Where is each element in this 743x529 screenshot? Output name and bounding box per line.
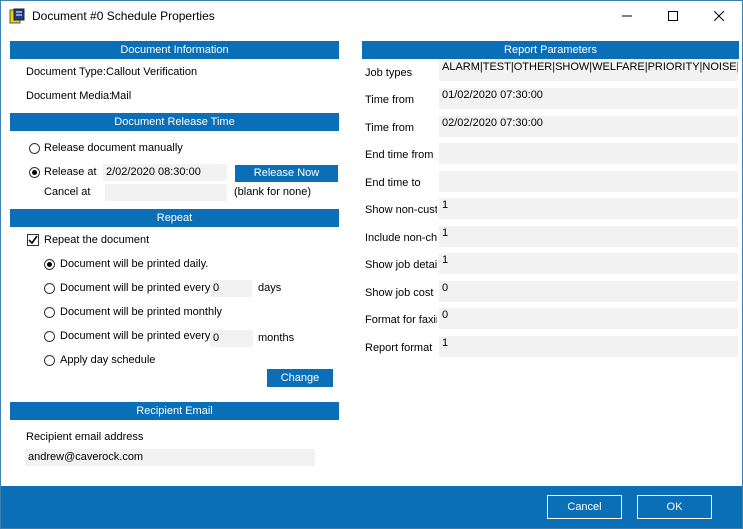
param-label: Format for faxin [365,314,437,326]
dialog-body: Document Information Document Type: Call… [1,31,742,486]
every-days-label[interactable]: Document will be printed every [60,282,210,294]
release-at-label[interactable]: Release at [44,166,97,178]
param-label: Report format [365,342,433,354]
repeat-header: Repeat [10,209,339,227]
param-value-input[interactable]: 0 [439,281,738,302]
param-value-input[interactable]: 1 [439,198,738,219]
daily-label[interactable]: Document will be printed daily. [60,258,208,270]
change-button[interactable]: Change [267,369,333,387]
release-at-radio[interactable] [29,167,40,178]
cancel-at-input[interactable] [105,184,227,201]
param-label: End time from [365,149,434,161]
doc-media-label: Document Media: [26,90,113,102]
params-header: Report Parameters [362,41,739,59]
param-value-input[interactable]: 0 [439,308,738,329]
param-value-input[interactable]: 02/02/2020 07:30:00 [439,116,738,137]
minimize-icon [622,15,632,17]
every-months-label[interactable]: Document will be printed every [60,330,210,342]
param-value-input[interactable]: ALARM|TEST|OTHER|SHOW|WELFARE|PRIORITY|N… [439,60,738,81]
param-value-input[interactable]: 1 [439,336,738,357]
doc-info-header: Document Information [10,41,339,59]
release-header: Document Release Time [10,113,339,131]
param-label: Time from [365,94,415,106]
release-now-button[interactable]: Release Now [235,165,338,182]
monthly-radio[interactable] [44,307,55,318]
param-label: Time from [365,122,415,134]
email-header: Recipient Email [10,402,339,420]
param-value-input[interactable]: 1 [439,253,738,274]
param-label: Show non-cust [365,204,437,216]
every-days-radio[interactable] [44,283,55,294]
param-value-input[interactable]: 01/02/2020 07:30:00 [439,88,738,109]
close-button[interactable] [696,1,742,31]
every-months-input[interactable]: 0 [210,330,253,347]
email-address-label: Recipient email address [26,431,144,443]
checkmark-icon [28,235,38,245]
monthly-label[interactable]: Document will be printed monthly [60,306,222,318]
every-days-input[interactable]: 0 [210,280,252,297]
repeat-label[interactable]: Repeat the document [44,234,149,246]
param-label: Include non-cha [365,232,437,244]
window-title: Document #0 Schedule Properties [32,9,215,23]
param-label: Job types [365,67,413,79]
release-at-input[interactable]: 2/02/2020 08:30:00 [103,164,227,181]
release-manually-radio[interactable] [29,143,40,154]
every-months-radio[interactable] [44,331,55,342]
doc-media-value: Mail [111,90,132,102]
cancel-button[interactable]: Cancel [547,495,622,519]
minimize-button[interactable] [604,1,650,31]
maximize-button[interactable] [650,1,696,31]
param-label: End time to [365,177,421,189]
dialog-window: Document #0 Schedule Properties Document… [0,0,743,529]
app-icon [9,8,25,24]
dialog-footer: Cancel OK [1,486,742,528]
email-address-input[interactable]: andrew@caverock.com [25,449,315,466]
cancel-hint: (blank for none) [234,186,312,198]
day-schedule-radio[interactable] [44,355,55,366]
daily-radio[interactable] [44,259,55,270]
doc-type-value: Callout Verification [106,66,198,78]
ok-button[interactable]: OK [637,495,712,519]
release-manually-label[interactable]: Release document manually [44,142,183,154]
day-schedule-label[interactable]: Apply day schedule [60,354,155,366]
maximize-icon [668,11,678,21]
param-value-input[interactable] [439,143,738,164]
title-bar[interactable]: Document #0 Schedule Properties [1,1,742,31]
months-unit: months [258,332,295,344]
doc-type-label: Document Type: [26,66,106,78]
param-label: Show job cost [365,287,434,299]
param-value-input[interactable] [439,171,738,192]
param-label: Show job detail [365,259,437,271]
repeat-checkbox[interactable] [27,234,39,246]
days-unit: days [258,282,282,294]
cancel-at-label: Cancel at [44,186,91,198]
param-value-input[interactable]: 1 [439,226,738,247]
close-icon [714,11,724,21]
